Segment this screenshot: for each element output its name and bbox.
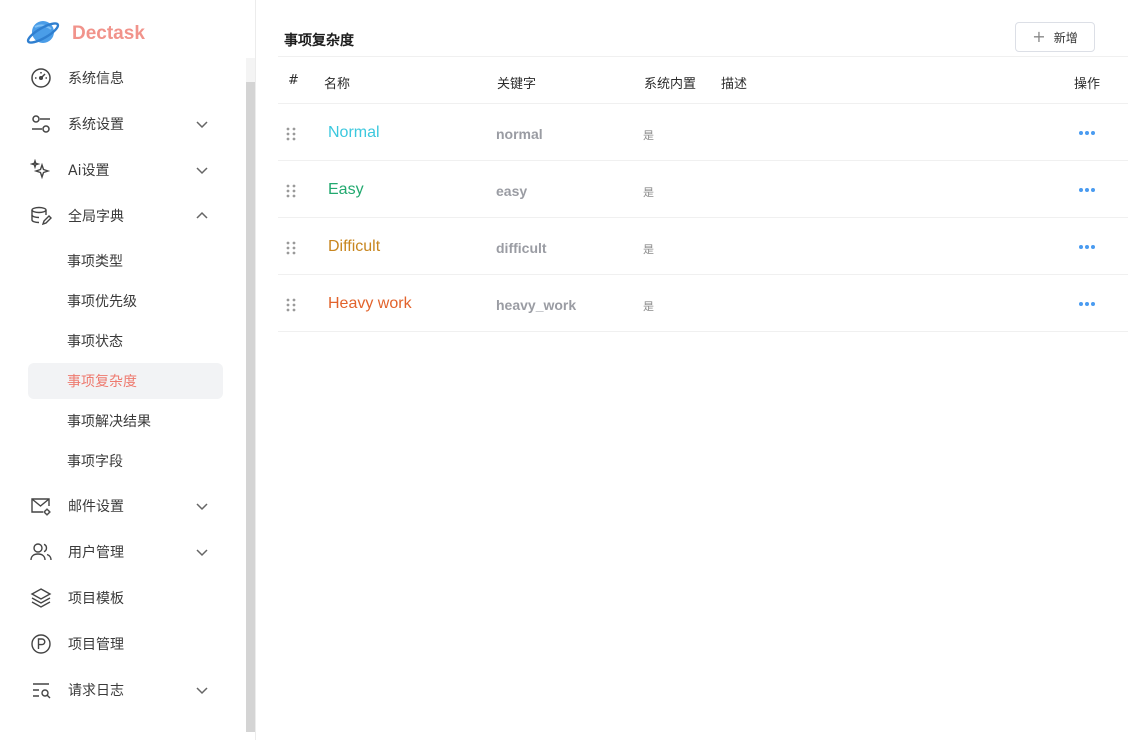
page-title: 事项复杂度 [284, 33, 354, 49]
sidebar-subitem-issue-fields[interactable]: 事项字段 [28, 443, 223, 479]
sidebar-item-mail-settings[interactable]: 邮件设置 [28, 488, 223, 524]
drag-handle-icon[interactable] [286, 127, 296, 141]
table-row: Difficult difficult 是 [278, 218, 1128, 275]
chevron-down-icon [196, 503, 208, 511]
app-root: Dectask 系统信息 系统设置 Ai设置 全局字典 事项类型 事项优先级 事… [0, 0, 1138, 740]
dashboard-gauge-icon [28, 65, 54, 91]
planet-logo-icon [26, 15, 60, 53]
chevron-down-icon [196, 549, 208, 557]
sidebar-item-project-management[interactable]: 项目管理 [28, 626, 223, 662]
sidebar-subitem-issue-type[interactable]: 事项类型 [28, 243, 223, 279]
chevron-down-icon [196, 121, 208, 129]
sidebar: Dectask 系统信息 系统设置 Ai设置 全局字典 事项类型 事项优先级 事… [0, 0, 256, 740]
sidebar-item-label: 系统信息 [68, 71, 124, 87]
complexity-table: # 名称 关键字 系统内置 描述 操作 Normal normal 是 Easy… [278, 56, 1128, 332]
sidebar-item-system-info[interactable]: 系统信息 [28, 60, 223, 96]
app-title: Dectask [72, 23, 145, 44]
add-button[interactable]: + 新增 [1015, 22, 1095, 52]
table-row: Normal normal 是 [278, 104, 1128, 161]
row-name: Easy [328, 181, 364, 198]
logo[interactable]: Dectask [26, 16, 145, 52]
header-index: # [288, 73, 299, 88]
table-body: Normal normal 是 Easy easy 是 Difficult di… [278, 104, 1128, 332]
more-options-icon[interactable] [1078, 130, 1096, 136]
row-builtin: 是 [643, 129, 654, 142]
header-key: 关键字 [497, 77, 537, 92]
sidebar-item-label: Ai设置 [68, 163, 110, 179]
database-edit-icon [28, 203, 54, 229]
sidebar-subitem-issue-status[interactable]: 事项状态 [28, 323, 223, 359]
sidebar-item-ai-settings[interactable]: Ai设置 [28, 152, 223, 188]
sidebar-item-global-dict[interactable]: 全局字典 [28, 198, 223, 234]
row-name: Normal [328, 124, 380, 141]
row-builtin: 是 [643, 186, 654, 199]
row-key: difficult [496, 240, 547, 256]
sidebar-item-label: 项目管理 [68, 637, 124, 653]
row-builtin: 是 [643, 300, 654, 313]
sidebar-item-label: 用户管理 [68, 545, 124, 561]
drag-handle-icon[interactable] [286, 241, 296, 255]
header-description: 描述 [721, 77, 748, 92]
drag-handle-icon[interactable] [286, 298, 296, 312]
more-options-icon[interactable] [1078, 301, 1096, 307]
sidebar-item-request-logs[interactable]: 请求日志 [28, 672, 223, 708]
drag-handle-icon[interactable] [286, 184, 296, 198]
table-row: Heavy work heavy_work 是 [278, 275, 1128, 332]
sidebar-item-label: 邮件设置 [68, 499, 124, 515]
more-options-icon[interactable] [1078, 187, 1096, 193]
list-search-icon [28, 677, 54, 703]
header-name: 名称 [324, 77, 351, 92]
sidebar-subitem-issue-priority[interactable]: 事项优先级 [28, 283, 223, 319]
row-name: Heavy work [328, 295, 412, 312]
table-header: # 名称 关键字 系统内置 描述 操作 [278, 56, 1128, 104]
row-key: easy [496, 183, 528, 199]
row-name: Difficult [328, 238, 381, 255]
users-icon [28, 539, 54, 565]
header-builtin: 系统内置 [644, 77, 697, 92]
layers-icon [28, 585, 54, 611]
sidebar-subitem-issue-complexity[interactable]: 事项复杂度 [28, 363, 223, 399]
sparkles-icon [28, 157, 54, 183]
sidebar-item-label: 项目模板 [68, 591, 124, 607]
table-row: Easy easy 是 [278, 161, 1128, 218]
sidebar-subitem-issue-resolution[interactable]: 事项解决结果 [28, 403, 223, 439]
mail-settings-icon [28, 493, 54, 519]
sidebar-item-label: 全局字典 [68, 209, 124, 225]
plus-icon: + [1032, 27, 1046, 46]
sidebar-item-label: 系统设置 [68, 117, 124, 133]
chevron-up-icon [196, 211, 208, 219]
sidebar-item-user-management[interactable]: 用户管理 [28, 534, 223, 570]
sidebar-scroll-thumb[interactable] [246, 82, 255, 732]
row-key: heavy_work [496, 297, 577, 313]
chevron-down-icon [196, 687, 208, 695]
row-key: normal [496, 126, 543, 142]
sidebar-item-project-templates[interactable]: 项目模板 [28, 580, 223, 616]
header-actions: 操作 [1074, 77, 1101, 92]
sidebar-item-system-settings[interactable]: 系统设置 [28, 106, 223, 142]
circle-p-icon [28, 631, 54, 657]
sidebar-scrollbar[interactable] [246, 58, 255, 732]
sliders-icon [28, 111, 54, 137]
row-builtin: 是 [643, 243, 654, 256]
main-content: 事项复杂度 + 新增 # 名称 关键字 系统内置 描述 操作 Normal no… [256, 0, 1138, 740]
chevron-down-icon [196, 167, 208, 175]
sidebar-item-label: 请求日志 [68, 683, 124, 699]
add-button-label: 新增 [1053, 30, 1078, 45]
more-options-icon[interactable] [1078, 244, 1096, 250]
